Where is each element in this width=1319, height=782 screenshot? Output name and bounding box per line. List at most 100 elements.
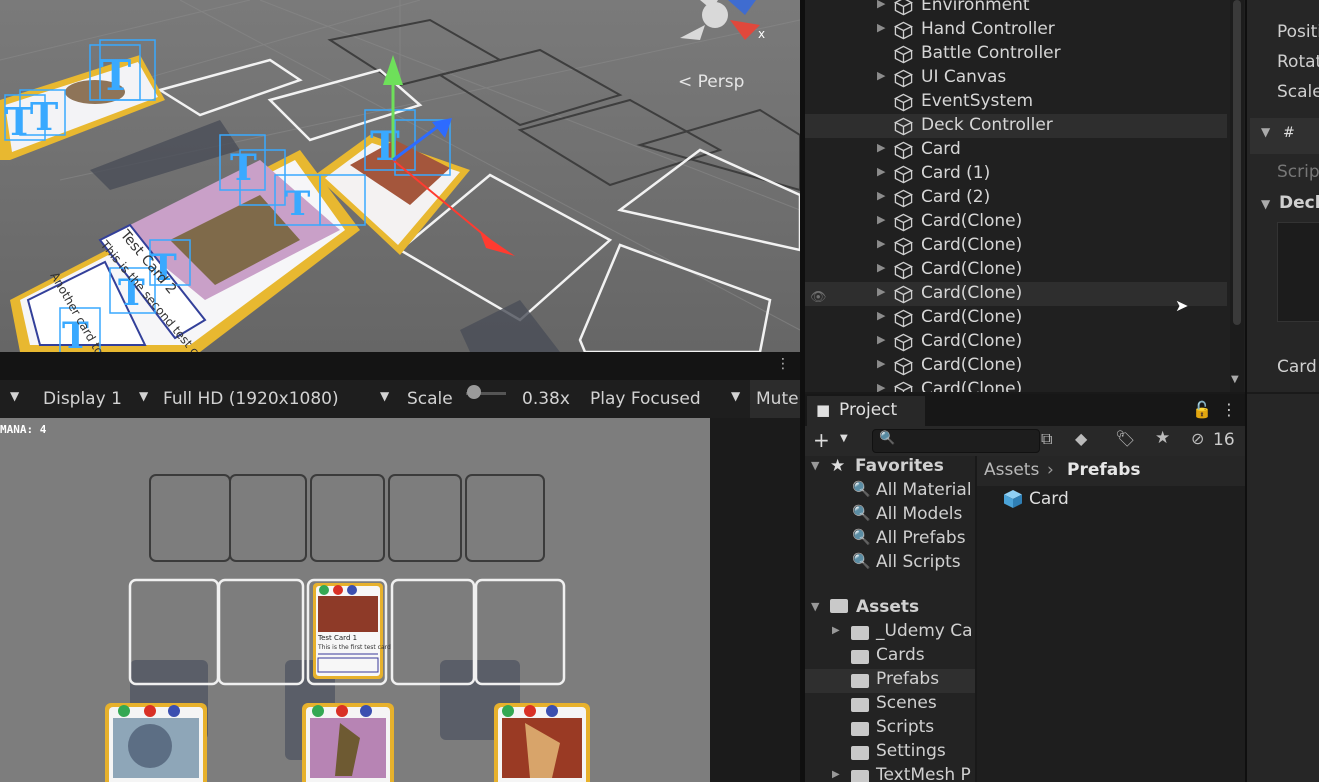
folder-item[interactable]: Cards [805,645,975,669]
visibility-eye-icon[interactable]: 👁 [810,290,827,305]
foldout-arrow-icon[interactable]: ▼ [1261,125,1270,139]
gameobject-cube-icon [893,93,914,112]
hierarchy-item[interactable]: ▶ Card(Clone) [805,306,1227,330]
hierarchy-item[interactable]: ▶ Card(Clone) [805,234,1227,258]
expand-arrow-icon[interactable]: ▶ [877,381,885,392]
resolution-dropdown[interactable]: Full HD (1920x1080) [163,389,339,409]
gameobject-cube-icon [893,357,914,376]
scene-view[interactable]: T T T T T T T T T Test Card 2 This is th… [0,0,800,352]
hierarchy-item[interactable]: ▶ Card(Clone) [805,354,1227,378]
hierarchy-item[interactable]: ▶ Hand Controller [805,18,1227,42]
lock-icon[interactable]: 🔓 [1192,400,1212,419]
scale-label: Scale [407,389,453,409]
folder-expand-icon[interactable]: ▶ [832,769,840,780]
expand-arrow-icon[interactable]: ▶ [877,309,885,322]
favorite-item-label: All Models [876,504,963,524]
gameobject-cube-icon [893,141,914,160]
expand-arrow-icon[interactable]: ▶ [877,285,885,298]
project-menu-icon[interactable]: ⋮ [1221,400,1237,419]
expand-arrow-icon[interactable]: ▶ [877,237,885,250]
folder-item-label: _Udemy Ca [876,621,973,641]
favorites-header[interactable]: ▼ ★ Favorites [805,456,975,480]
gameobject-cube-icon [893,213,914,232]
hierarchy-item[interactable]: ▶ Card (2) [805,186,1227,210]
transform-scale-label: Scale [1277,82,1319,102]
transform-rotation-label: Rotat [1277,52,1319,72]
aspect-dropdown-arrow[interactable]: ▼ [10,389,19,403]
display-dropdown-arrow[interactable]: ▼ [139,389,148,403]
hierarchy-item[interactable]: ▶ Card(Clone) [805,330,1227,354]
hierarchy-item[interactable]: ▶ Card [805,138,1227,162]
create-plus-icon[interactable]: + [813,428,830,452]
expand-arrow-icon[interactable]: ▶ [877,213,885,226]
expand-arrow-icon[interactable]: ▶ [877,189,885,202]
play-mode-dropdown-arrow[interactable]: ▼ [731,389,740,403]
mute-button[interactable]: Mute [756,389,799,409]
folder-expand-icon[interactable]: ▶ [832,625,840,636]
display-dropdown[interactable]: Display 1 [43,389,122,409]
hierarchy-item-label: Battle Controller [921,43,1061,63]
create-dropdown-arrow[interactable]: ▼ [840,433,848,444]
folder-icon [851,650,869,664]
hierarchy-item[interactable]: ▶ Card (1) [805,162,1227,186]
game-view[interactable]: Test Card 1 This is the first test card [0,418,710,782]
scroll-down-icon[interactable]: ▼ [1231,374,1239,385]
hidden-packages-icon[interactable]: ⊘ [1191,429,1204,448]
folder-item[interactable]: Scripts [805,717,975,741]
hierarchy-item[interactable]: ▶ Environment [805,0,1227,18]
hierarchy-item[interactable]: ▶ UI Canvas [805,66,1227,90]
folder-item-label: Scenes [876,693,937,713]
favorite-item[interactable]: 🔍 All Models [805,504,975,528]
more-options-icon[interactable]: ⋮ [776,356,790,372]
hierarchy-item[interactable]: EventSystem [805,90,1227,114]
hierarchy-item-label: Environment [921,0,1030,15]
favorite-item[interactable]: 🔍 All Scripts [805,552,975,576]
folder-item[interactable]: Prefabs [805,669,975,693]
breadcrumb-chevron-icon: › [1047,460,1054,480]
breadcrumb-current[interactable]: Prefabs [1067,460,1141,480]
persp-label[interactable]: < Persp [678,72,744,92]
project-tab[interactable]: ■ Project [807,396,925,426]
label-icon[interactable]: 🏷 [1115,429,1135,448]
folder-item[interactable]: ▶ _Udemy Ca [805,621,975,645]
breadcrumb-root[interactable]: Assets [984,460,1039,480]
folder-item[interactable]: Settings [805,741,975,765]
expand-arrow-icon[interactable]: ▶ [877,357,885,370]
scale-value: 0.38x [522,389,570,409]
deck-foldout-arrow-icon[interactable]: ▼ [1261,197,1270,211]
view-separator: ⋮ [0,352,800,380]
expand-arrow-icon[interactable]: ▶ [877,21,885,34]
deck-list-field[interactable] [1277,222,1319,322]
project-search-input[interactable]: 🔍 [872,429,1040,453]
deck-field-label: Deck [1279,193,1319,213]
expand-arrow-icon[interactable]: ▶ [877,141,885,154]
hierarchy-item[interactable]: ▶ Card(Clone) [805,282,1227,306]
favorite-item[interactable]: 🔍 All Prefabs [805,528,975,552]
expand-arrow-icon[interactable]: ▶ [877,69,885,82]
favorites-fold-icon[interactable]: ▼ [811,459,819,472]
scene-viewport-graphics: T T T T T T T T T Test Card 2 This is th… [0,0,800,352]
hierarchy-scrollbar-thumb[interactable] [1233,0,1241,325]
filter-type-icon[interactable]: ◆ [1075,429,1087,448]
assets-fold-icon[interactable]: ▼ [811,600,819,613]
hierarchy-item[interactable]: Deck Controller [805,114,1227,138]
scale-slider-handle[interactable] [467,385,481,399]
resolution-dropdown-arrow[interactable]: ▼ [380,389,389,403]
expand-arrow-icon[interactable]: ▶ [877,261,885,274]
assets-header[interactable]: ▼ Assets [805,597,975,621]
hierarchy-item[interactable]: ▶ Card(Clone) [805,378,1227,392]
expand-arrow-icon[interactable]: ▶ [877,333,885,346]
expand-arrow-icon[interactable]: ▶ [877,165,885,178]
folder-item-label: Cards [876,645,925,665]
favorite-item[interactable]: 🔍 All Material [805,480,975,504]
search-by-type-icon[interactable]: ⧉ [1041,429,1052,449]
expand-arrow-icon[interactable]: ▶ [877,0,885,10]
svg-text:T: T [230,147,257,189]
favorite-star-icon[interactable]: ★ [1155,428,1170,448]
folder-item[interactable]: Scenes [805,693,975,717]
hierarchy-item[interactable]: Battle Controller [805,42,1227,66]
hierarchy-item[interactable]: ▶ Card(Clone) [805,258,1227,282]
hierarchy-item[interactable]: ▶ Card(Clone) [805,210,1227,234]
play-focused-dropdown[interactable]: Play Focused [590,389,701,409]
folder-item[interactable]: ▶ TextMesh P [805,765,975,782]
